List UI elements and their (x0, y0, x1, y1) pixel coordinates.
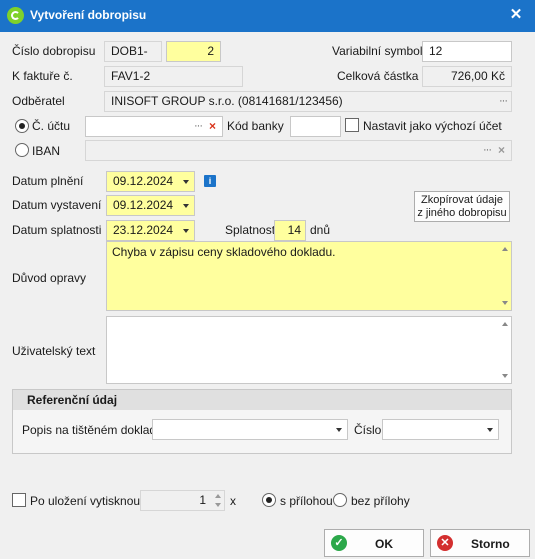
reference-cislo-label: Číslo (354, 423, 382, 437)
po-ulozeni-label: Po uložení vytisknout (30, 494, 144, 508)
k-fakture-field: FAV1-2 (104, 66, 243, 87)
storno-label: Storno (471, 537, 510, 551)
datum-vystaveni-dropdown-icon[interactable] (183, 204, 189, 208)
cislo-uctu-label: Č. účtu (32, 119, 71, 133)
datum-vystaveni-label: Datum vystavení (12, 198, 102, 212)
variabilni-symbol-input[interactable]: 12 (422, 41, 512, 62)
cislo-uctu-radio[interactable] (15, 119, 29, 133)
cislo-dobropisu-label: Číslo dobropisu (12, 44, 96, 58)
datum-plneni-input[interactable]: 09.12.2024 (106, 171, 195, 192)
uzivatelsky-text-scrollbar[interactable] (500, 318, 510, 382)
cislo-dobropisu-input[interactable]: 2 (166, 41, 221, 62)
uzivatelsky-text-textarea[interactable] (106, 316, 512, 384)
duvod-opravy-value: Chyba v zápisu ceny skladového dokladu. (112, 245, 336, 259)
title-bar: Vytvoření dobropisu ✕ (0, 0, 535, 32)
popis-select[interactable] (152, 419, 348, 440)
ok-button[interactable]: ✓ OK (324, 529, 424, 557)
kod-banky-label: Kód banky (227, 119, 284, 133)
variabilni-symbol-label: Variabilní symbol (332, 44, 423, 58)
datum-splatnosti-dropdown-icon[interactable] (183, 229, 189, 233)
datum-vystaveni-value: 09.12.2024 (113, 198, 174, 212)
po-ulozeni-checkbox[interactable] (12, 493, 26, 507)
referencni-udaj-title: Referenční údaj (13, 390, 511, 410)
celkova-castka-label: Celková částka (337, 69, 419, 83)
info-icon[interactable]: i (204, 175, 216, 187)
ok-label: OK (375, 537, 393, 551)
kopirovat-line1: Zkopírovat údaje (421, 194, 503, 206)
odberatel-value: INISOFT GROUP s.r.o. (08141681/123456) (111, 94, 343, 108)
iban-radio[interactable] (15, 143, 29, 157)
cislo-prefix-field: DOB1- (104, 41, 162, 62)
s-prilohou-radio[interactable] (262, 493, 276, 507)
duvod-opravy-scrollbar[interactable] (500, 243, 510, 309)
datum-plneni-dropdown-icon[interactable] (183, 180, 189, 184)
celkova-castka-field: 726,00 Kč (422, 66, 512, 87)
popis-dropdown-icon[interactable] (336, 428, 342, 432)
copies-stepper[interactable]: 1 (140, 490, 225, 511)
nastavit-vychozi-label: Nastavit jako výchozí účet (363, 119, 502, 133)
reference-cislo-dropdown-icon[interactable] (487, 428, 493, 432)
iban-browse-icon[interactable]: ··· (483, 141, 492, 160)
close-icon[interactable]: ✕ (508, 6, 524, 24)
datum-splatnosti-value: 23.12.2024 (113, 223, 174, 237)
datum-plneni-label: Datum plnění (12, 174, 84, 188)
s-prilohou-label: s přílohou (280, 494, 333, 508)
uzivatelsky-text-label: Uživatelský text (12, 344, 96, 358)
duvod-opravy-textarea[interactable]: Chyba v zápisu ceny skladového dokladu. (106, 241, 512, 311)
window-title: Vytvoření dobropisu (30, 8, 147, 22)
datum-splatnosti-input[interactable]: 23.12.2024 (106, 220, 195, 241)
iban-label: IBAN (32, 144, 61, 158)
bez-prilohy-radio[interactable] (333, 493, 347, 507)
cislo-uctu-clear-icon[interactable]: × (209, 117, 216, 136)
splatnost-label: Splatnost (225, 223, 276, 237)
copies-down-icon[interactable] (215, 503, 221, 507)
check-icon: ✓ (331, 535, 347, 551)
datum-plneni-value: 09.12.2024 (113, 174, 174, 188)
datum-splatnosti-label: Datum splatnosti (12, 223, 102, 237)
popis-label: Popis na tištěném dokladu (22, 423, 163, 437)
reference-cislo-select[interactable] (382, 419, 499, 440)
duvod-opravy-label: Důvod opravy (12, 271, 87, 285)
copies-up-icon[interactable] (215, 494, 221, 498)
copies-value: 1 (199, 493, 206, 507)
odberatel-label: Odběratel (12, 94, 65, 108)
datum-vystaveni-input[interactable]: 09.12.2024 (106, 195, 195, 216)
odberatel-field[interactable]: INISOFT GROUP s.r.o. (08141681/123456) ·… (104, 91, 512, 112)
kod-banky-input[interactable] (290, 116, 341, 137)
app-logo-icon (7, 7, 24, 24)
iban-input[interactable]: ··· × (85, 140, 512, 161)
copies-unit: x (230, 494, 236, 508)
splatnost-input[interactable]: 14 (274, 220, 306, 241)
k-fakture-label: K faktuře č. (12, 69, 73, 83)
bez-prilohy-label: bez přílohy (351, 494, 410, 508)
cislo-uctu-input[interactable]: ··· × (85, 116, 223, 137)
kopirovat-udaje-button[interactable]: Zkopírovat údaje z jiného dobropisu (414, 191, 510, 222)
splatnost-unit: dnů (310, 223, 331, 237)
kopirovat-line2: z jiného dobropisu (417, 207, 507, 219)
nastavit-vychozi-checkbox[interactable] (345, 118, 359, 132)
cancel-icon: ✕ (437, 535, 453, 551)
cislo-uctu-browse-icon[interactable]: ··· (194, 117, 203, 136)
odberatel-browse-icon[interactable]: ··· (499, 92, 508, 111)
storno-button[interactable]: ✕ Storno (430, 529, 530, 557)
iban-clear-icon[interactable]: × (498, 141, 505, 160)
